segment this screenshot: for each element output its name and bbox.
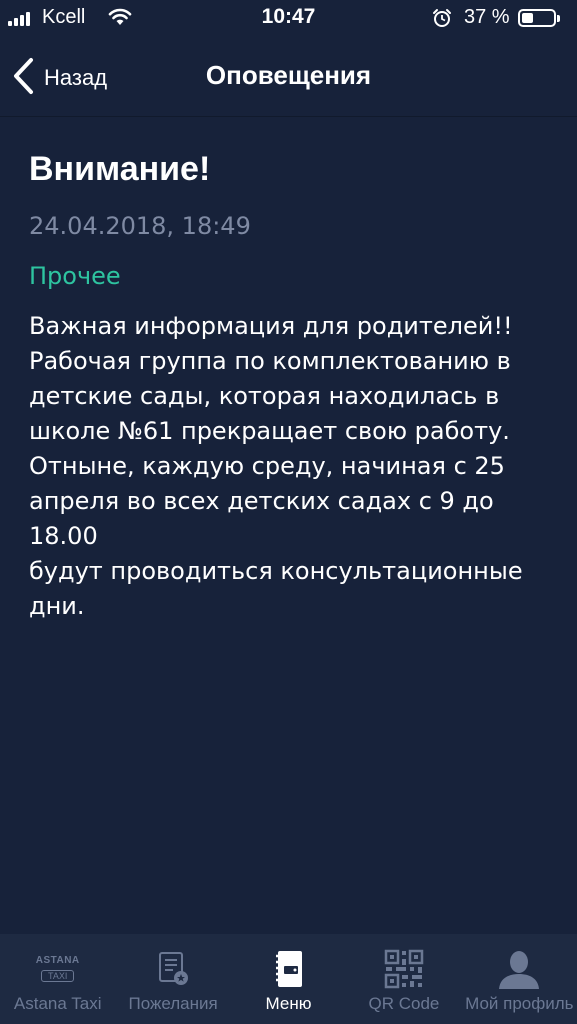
profile-icon: [489, 944, 549, 994]
notification-date: 24.04.2018, 18:49: [29, 212, 251, 240]
battery-percent: 37 %: [464, 6, 510, 28]
battery-level-fill: [522, 13, 534, 23]
status-bar: Kcell 10:47 37 %: [0, 0, 577, 38]
notification-body: Важная информация для родителей!! Рабоча…: [29, 312, 523, 620]
tab-label: Пожелания: [128, 994, 218, 1013]
battery-icon: [518, 9, 560, 27]
notification-detail-screen: Kcell 10:47 37 % Назад Оповещения Вниман…: [0, 0, 577, 1024]
notification-category: Прочее: [29, 262, 121, 290]
feedback-doc-icon: [143, 944, 203, 994]
tab-menu[interactable]: Меню: [231, 934, 346, 1024]
tab-qr-code[interactable]: QR Code: [346, 934, 461, 1024]
menu-book-icon: [259, 944, 319, 994]
tab-label: QR Code: [368, 994, 440, 1013]
page-title: Оповещения: [205, 60, 372, 90]
tab-wishes[interactable]: Пожелания: [115, 934, 230, 1024]
notification-headline: Внимание!: [29, 150, 211, 188]
notification-content: Внимание! 24.04.2018, 18:49 Прочее Важна…: [29, 145, 549, 624]
navigation-bar: Назад Оповещения: [0, 38, 577, 117]
tab-astana-taxi[interactable]: ASTANA TAXI Astana Taxi: [0, 934, 115, 1024]
astana-taxi-logo-icon: ASTANA TAXI: [35, 954, 80, 982]
tab-bar: ASTANA TAXI Astana Taxi Пожелания Меню Q…: [0, 934, 577, 1024]
tab-label: Astana Taxi: [13, 994, 102, 1013]
tab-my-profile[interactable]: Мой профиль: [462, 934, 577, 1024]
alarm-clock-icon: [432, 8, 452, 32]
tab-label: Меню: [265, 994, 312, 1013]
qr-code-icon: [374, 944, 434, 994]
tab-label: Мой профиль: [465, 994, 574, 1013]
